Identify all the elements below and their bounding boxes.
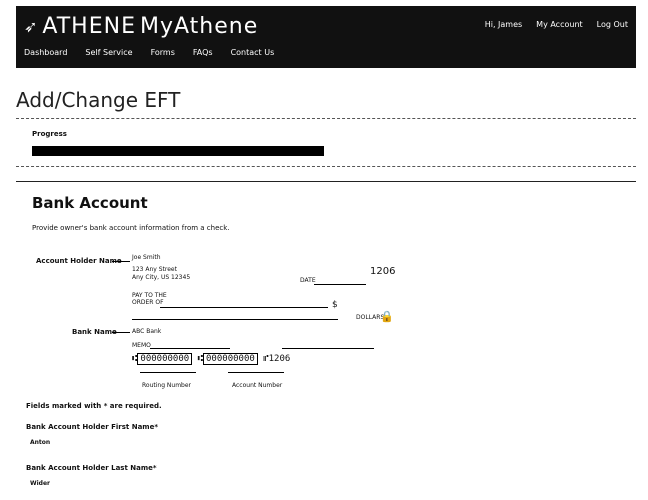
progress-fill: [32, 146, 324, 156]
nav-faqs[interactable]: FAQs: [193, 48, 213, 57]
last-name-label: Bank Account Holder Last Name*: [26, 464, 157, 472]
routing-number-box: 000000000: [137, 353, 193, 365]
check-address-1: 123 Any Street: [132, 266, 177, 273]
nav-self-service[interactable]: Self Service: [85, 48, 132, 57]
signature-line: [282, 348, 374, 349]
check-date-label: DATE: [300, 277, 316, 284]
memo-line: [150, 348, 230, 349]
section-hint: Provide owner's bank account information…: [32, 224, 230, 232]
my-account-link[interactable]: My Account: [536, 20, 582, 29]
top-header: ➶ ATHENE MyAthene Hi, James My Account L…: [16, 6, 636, 68]
page-title: Add/Change EFT: [16, 88, 181, 112]
bank-name-label: Bank Name: [72, 328, 117, 336]
greeting-link[interactable]: Hi, James: [485, 20, 522, 29]
first-name-input[interactable]: Anton: [30, 439, 50, 446]
athene-logo-icon: ➶: [24, 17, 39, 36]
section-title: Bank Account: [32, 194, 148, 212]
progress-label: Progress: [32, 130, 67, 138]
divider: [16, 181, 636, 182]
label-pointer: [112, 332, 130, 333]
amount-line: [132, 319, 338, 320]
check-number: 1206: [370, 266, 396, 277]
account-number-box: 000000000: [203, 353, 258, 365]
required-note: Fields marked with * are required.: [26, 402, 162, 410]
check-memo-label: MEMO: [132, 342, 151, 349]
check-payto-label: PAY TO THE ORDER OF: [132, 292, 167, 306]
date-line: [314, 284, 366, 285]
payto-line: [160, 307, 328, 308]
product-name: MyAthene: [140, 14, 259, 39]
check-name: Joe Smith: [132, 254, 161, 261]
routing-bracket: [140, 372, 196, 373]
nav-contact-us[interactable]: Contact Us: [231, 48, 275, 57]
check-dollar-sign: $: [332, 300, 338, 310]
nav-dashboard[interactable]: Dashboard: [24, 48, 67, 57]
routing-number-caption: Routing Number: [142, 382, 192, 389]
divider: [16, 166, 636, 167]
athene-logo[interactable]: ➶ ATHENE MyAthene: [24, 14, 258, 39]
account-number-caption: Account Number: [232, 382, 283, 389]
nav-forms[interactable]: Forms: [151, 48, 175, 57]
first-name-label: Bank Account Holder First Name*: [26, 423, 158, 431]
user-nav: Hi, James My Account Log Out: [485, 20, 628, 29]
logout-link[interactable]: Log Out: [597, 20, 628, 29]
check-address-2: Any City, US 12345: [132, 274, 191, 281]
micr-check-number: 1206: [268, 354, 291, 364]
last-name-input[interactable]: Wider: [30, 480, 50, 487]
main-nav: Dashboard Self Service Forms FAQs Contac…: [24, 48, 274, 57]
divider: [16, 118, 636, 119]
micr-line: ⑆ 000000000 ⑆ 000000000 ⑈1206: [132, 353, 291, 365]
progress-bar: [32, 146, 627, 156]
lock-icon: 🔒: [380, 310, 394, 323]
check-bank: ABC Bank: [132, 328, 162, 335]
sample-check: Joe Smith 123 Any Street Any City, US 12…: [132, 252, 402, 392]
label-pointer: [112, 261, 130, 262]
brand-name: ATHENE: [42, 14, 136, 39]
account-holder-label: Account Holder Name: [36, 257, 122, 265]
account-bracket: [228, 372, 284, 373]
